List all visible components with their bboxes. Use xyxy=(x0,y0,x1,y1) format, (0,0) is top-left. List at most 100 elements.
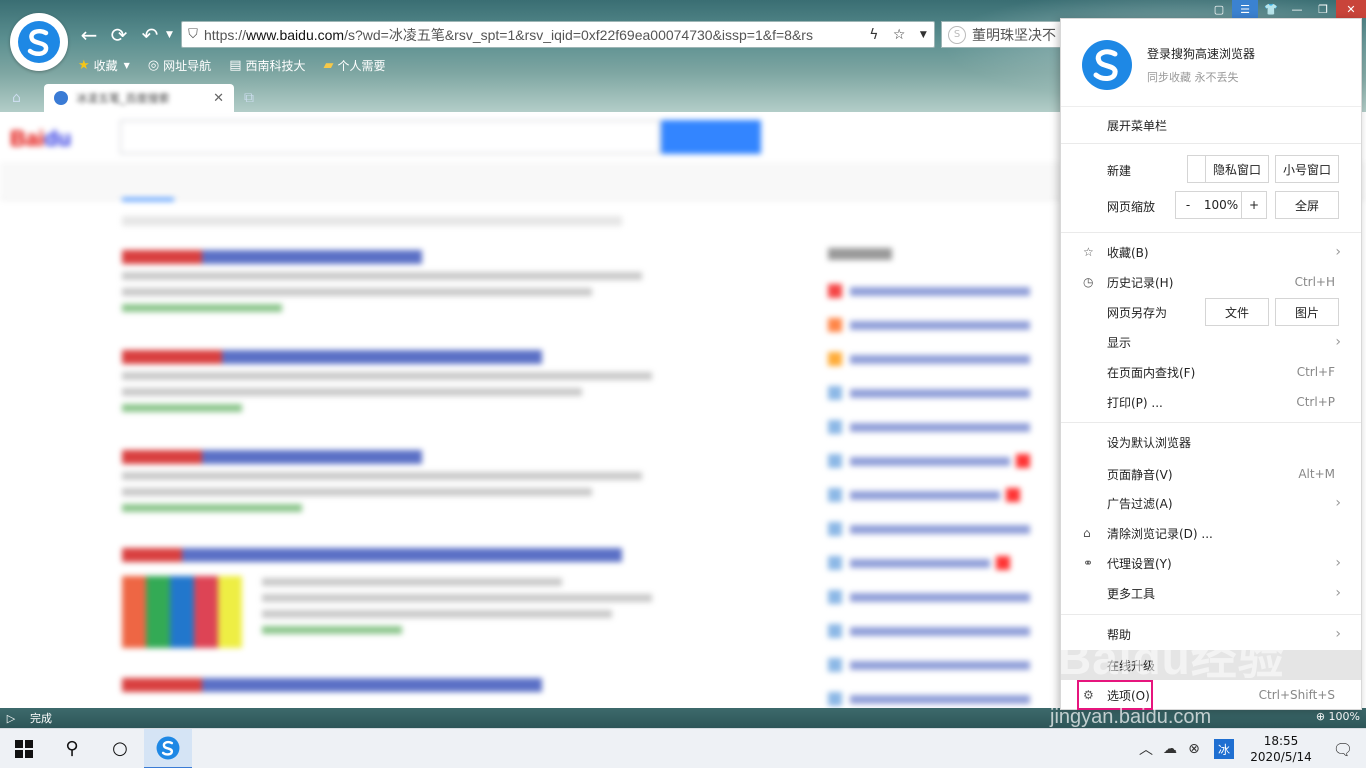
login-title[interactable]: 登录搜狗高速浏览器 xyxy=(1147,45,1255,62)
search-box[interactable]: S 董明珠坚决不 xyxy=(941,21,1061,48)
clock-time: 18:55 xyxy=(1263,734,1299,748)
skin-icon[interactable]: 👕 xyxy=(1258,0,1284,18)
windows-start-icon[interactable] xyxy=(0,729,48,768)
menu-item-label: 页面静音(V) xyxy=(1107,467,1173,482)
undo-close-tab-icon[interactable]: ↶ xyxy=(137,22,163,48)
url-scheme: https:// xyxy=(204,26,247,43)
lightning-icon[interactable]: ϟ xyxy=(869,27,878,43)
chevron-down-icon: ▼ xyxy=(123,60,130,70)
address-bar[interactable]: ⛉ https://www.baidu.com/s?wd=冰凌五笔&rsv_sp… xyxy=(181,21,935,48)
zoom-value-text: 100% xyxy=(1203,198,1239,212)
chevron-right-icon: › xyxy=(1335,555,1341,571)
menu-item-display[interactable]: 显示 › xyxy=(1061,327,1361,357)
menu-item-label: 帮助 xyxy=(1107,627,1132,642)
taskbar-sogou-browser[interactable] xyxy=(144,728,192,768)
sogou-search-icon: S xyxy=(948,25,966,44)
menu-login-header[interactable]: 登录搜狗高速浏览器 同步收藏 永不丢失 xyxy=(1061,19,1361,107)
menu-item-history[interactable]: ◷ 历史记录(H) Ctrl+H xyxy=(1061,267,1361,297)
address-dropdown-icon[interactable]: ▼ xyxy=(920,30,927,40)
sogou-logo-icon xyxy=(18,21,60,63)
login-subtitle: 同步收藏 永不丢失 xyxy=(1147,71,1239,84)
status-bar: ▷ 完成 ⊕ 100% xyxy=(0,708,1366,728)
shortcut-text: Ctrl+H xyxy=(1294,275,1335,289)
menu-icon[interactable]: ☰ xyxy=(1232,0,1258,18)
windows-logo-icon xyxy=(15,739,33,758)
sidebar-toggle-icon[interactable]: ▢ xyxy=(1206,0,1232,18)
new-small-window-button[interactable]: 小号窗口 xyxy=(1275,155,1339,183)
star-icon[interactable]: ☆ xyxy=(893,27,906,43)
cloud-icon[interactable]: ☁ xyxy=(1158,741,1182,757)
close-window-icon[interactable]: ✕ xyxy=(1336,0,1366,18)
link-icon: ⚭ xyxy=(1083,556,1094,570)
bookmark-label: 西南科技大 xyxy=(245,58,306,73)
menu-item-clear-history[interactable]: ⌂ 清除浏览记录(D) ... xyxy=(1061,518,1361,548)
new-tab-icon[interactable]: ⧉ xyxy=(244,90,254,106)
menu-item-help[interactable]: 帮助 › xyxy=(1061,619,1361,649)
url-path: /s?wd=冰凌五笔&rsv_spt=1&rsv_iqid=0xf22f69ea… xyxy=(344,26,813,43)
window-controls: ▢ ☰ 👕 — ❐ ✕ xyxy=(1206,0,1366,18)
zoom-in-button[interactable]: + xyxy=(1241,191,1267,219)
new-private-window-button[interactable]: 隐私窗口 xyxy=(1205,155,1269,183)
restore-icon[interactable]: ❐ xyxy=(1310,0,1336,18)
button-label: 图片 xyxy=(1294,305,1319,320)
menu-item-label: 代理设置(Y) xyxy=(1107,556,1172,571)
bookmark-swust[interactable]: ▤ 西南科技大 xyxy=(229,57,305,74)
chevron-down-icon[interactable]: ▼ xyxy=(166,30,173,40)
notification-icon[interactable]: 🗨 xyxy=(1320,740,1366,759)
status-zoom-value: 100% xyxy=(1328,710,1360,723)
bookmark-favorites[interactable]: ★ 收藏 ▼ xyxy=(78,57,130,74)
bookmark-nav[interactable]: ◎ 网址导航 xyxy=(148,57,211,74)
chevron-up-icon[interactable]: ︿ xyxy=(1134,739,1158,759)
status-toggle-icon[interactable]: ▷ xyxy=(0,712,22,725)
search-icon[interactable]: ⚲ xyxy=(48,729,96,768)
minimize-icon[interactable]: — xyxy=(1284,0,1310,18)
sogou-logo-icon xyxy=(1082,40,1132,90)
bookmark-label: 网址导航 xyxy=(163,58,212,73)
menu-item-more-tools[interactable]: 更多工具 › xyxy=(1061,578,1361,608)
shortcut-text: Ctrl+Shift+S xyxy=(1258,688,1335,702)
ime-indicator[interactable]: 冰 xyxy=(1214,739,1234,759)
menu-item-label: 历史记录(H) xyxy=(1107,275,1174,290)
menu-item-adblock[interactable]: 广告过滤(A) › xyxy=(1061,488,1361,518)
menu-item-label: 打印(P) ... xyxy=(1107,395,1163,410)
menu-item-label: 广告过滤(A) xyxy=(1107,496,1173,511)
task-view-icon[interactable]: ○ xyxy=(96,729,144,768)
menu-item-online-upgrade[interactable]: 在线升级 xyxy=(1061,650,1361,680)
menu-item-set-default[interactable]: 设为默认浏览器 xyxy=(1061,427,1361,457)
home-icon[interactable]: ⌂ xyxy=(12,90,21,106)
menu-item-find[interactable]: 在页面内查找(F) Ctrl+F xyxy=(1061,357,1361,387)
network-disconnected-icon[interactable]: ⊗ xyxy=(1182,741,1206,757)
fullscreen-button[interactable]: 全屏 xyxy=(1275,191,1339,219)
browser-main-menu: 登录搜狗高速浏览器 同步收藏 永不丢失 展开菜单栏 新建 窗 口 隐私窗口 小号… xyxy=(1060,18,1362,710)
baidu-logo: Baidu xyxy=(10,126,72,151)
bookmark-bar: ★ 收藏 ▼ ◎ 网址导航 ▤ 西南科技大 ▰ 个人需要 xyxy=(78,56,404,74)
back-arrow-icon[interactable]: ← xyxy=(76,22,102,48)
menu-item-proxy[interactable]: ⚭ 代理设置(Y) › xyxy=(1061,548,1361,578)
sogou-logo-button[interactable] xyxy=(10,13,68,71)
bookmark-folder[interactable]: ▰ 个人需要 xyxy=(324,57,386,74)
tab-baidu-search[interactable]: 冰凌五笔_百度搜索 ✕ xyxy=(44,84,234,112)
menu-item-show-menubar[interactable]: 展开菜单栏 xyxy=(1061,110,1361,140)
status-text: 完成 xyxy=(30,712,52,725)
menu-item-label: 网页另存为 xyxy=(1107,305,1168,320)
refresh-icon[interactable]: ⟳ xyxy=(106,22,132,48)
shortcut-text: Ctrl+F xyxy=(1296,365,1335,379)
save-image-button[interactable]: 图片 xyxy=(1275,298,1339,326)
security-shield-icon[interactable]: ⛉ xyxy=(182,27,204,42)
system-tray: ︿ ☁ ⊗ 冰 18:55 2020/5/14 🗨 xyxy=(1134,729,1366,768)
menu-item-print[interactable]: 打印(P) ... Ctrl+P xyxy=(1061,387,1361,417)
status-zoom[interactable]: ⊕ 100% xyxy=(1316,710,1360,723)
save-file-button[interactable]: 文件 xyxy=(1205,298,1269,326)
menu-item-mute[interactable]: 页面静音(V) Alt+M xyxy=(1061,459,1361,489)
menu-item-favorites[interactable]: ☆ 收藏(B) › xyxy=(1061,237,1361,267)
address-tools: ϟ ☆ ▼ xyxy=(862,27,934,43)
address-url[interactable]: https://www.baidu.com/s?wd=冰凌五笔&rsv_spt=… xyxy=(204,25,862,45)
star-icon: ☆ xyxy=(1083,245,1094,259)
chevron-right-icon: › xyxy=(1335,626,1341,642)
zoom-out-button[interactable]: - xyxy=(1175,191,1201,219)
menu-item-label: 显示 xyxy=(1107,335,1132,350)
windows-taskbar: ⚲ ○ ︿ ☁ ⊗ 冰 18:55 2020/5/14 🗨 xyxy=(0,728,1366,768)
close-icon[interactable]: ✕ xyxy=(213,91,224,106)
search-box-text[interactable]: 董明珠坚决不 xyxy=(972,25,1056,45)
taskbar-clock[interactable]: 18:55 2020/5/14 xyxy=(1242,733,1320,765)
